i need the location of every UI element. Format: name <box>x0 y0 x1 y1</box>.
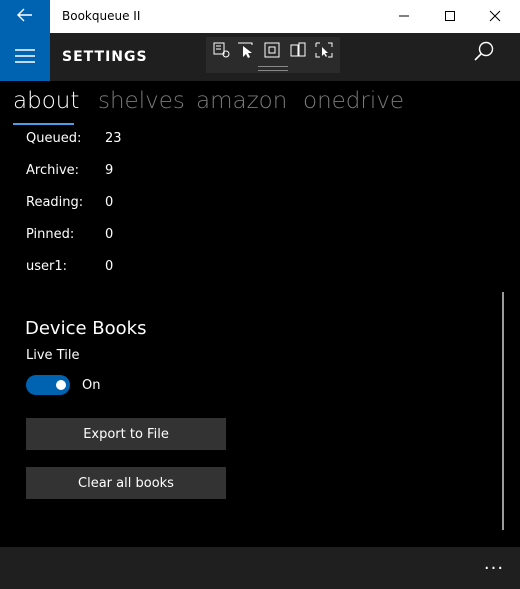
track-focus-tool[interactable] <box>288 41 308 59</box>
search-icon <box>473 40 495 66</box>
section-title-device-books: Device Books <box>25 318 147 339</box>
stat-label: Queued: <box>26 131 82 146</box>
maximize-icon <box>444 7 456 26</box>
back-arrow-icon <box>17 7 33 26</box>
layout-tool[interactable] <box>262 41 282 59</box>
display-layout-icon <box>314 42 334 63</box>
stat-label: Reading: <box>26 195 84 210</box>
export-to-file-button[interactable]: Export to File <box>26 418 226 450</box>
tab-amazon[interactable]: amazon <box>196 88 287 114</box>
maximize-button[interactable] <box>427 0 472 33</box>
select-element-tool[interactable] <box>212 41 232 59</box>
stat-value: 23 <box>105 131 122 146</box>
bottom-app-bar: ... <box>0 547 520 589</box>
stat-value: 0 <box>105 195 114 210</box>
stat-value: 0 <box>105 227 114 242</box>
menu-button[interactable] <box>0 33 50 81</box>
vertical-scrollbar[interactable] <box>502 292 504 530</box>
layout-icon <box>262 42 282 63</box>
live-tile-toggle[interactable] <box>26 375 70 395</box>
stat-value: 0 <box>105 259 114 274</box>
stat-label: Archive: <box>26 163 80 178</box>
stat-value: 9 <box>105 163 114 178</box>
more-icon: ... <box>483 553 505 574</box>
minimize-button[interactable] <box>381 0 426 33</box>
back-button[interactable] <box>0 0 50 33</box>
hamburger-menu-icon <box>15 48 35 67</box>
active-tab-indicator <box>13 123 74 125</box>
close-button[interactable] <box>472 0 517 33</box>
select-element-icon <box>212 42 232 63</box>
pointer-icon <box>236 42 256 63</box>
live-tile-label: Live Tile <box>26 348 80 363</box>
page-title: SETTINGS <box>62 49 148 65</box>
toggle-state-label: On <box>82 378 101 393</box>
display-layout-tool[interactable] <box>314 41 334 59</box>
toolbar-grip[interactable] <box>258 66 288 71</box>
search-button[interactable] <box>470 39 498 67</box>
minimize-icon <box>398 7 410 26</box>
header-bar: SETTINGS <box>0 33 520 81</box>
title-bar: Bookqueue II <box>0 0 520 34</box>
tab-shelves[interactable]: shelves <box>98 88 185 114</box>
app-title: Bookqueue II <box>62 9 141 23</box>
toggle-knob <box>56 380 66 390</box>
close-icon <box>489 7 501 26</box>
tab-onedrive[interactable]: onedrive <box>303 88 404 114</box>
track-focus-icon <box>288 42 308 63</box>
clear-all-books-button[interactable]: Clear all books <box>26 467 226 499</box>
debug-toolbar <box>206 37 340 73</box>
stat-label: user1: <box>26 259 68 274</box>
tab-about[interactable]: about <box>13 88 79 114</box>
stat-label: Pinned: <box>26 227 75 242</box>
pointer-tool[interactable] <box>236 41 256 59</box>
more-options-button[interactable]: ... <box>480 555 508 579</box>
app-window: Bookqueue II SETTINGS about shelves amaz… <box>0 0 520 589</box>
